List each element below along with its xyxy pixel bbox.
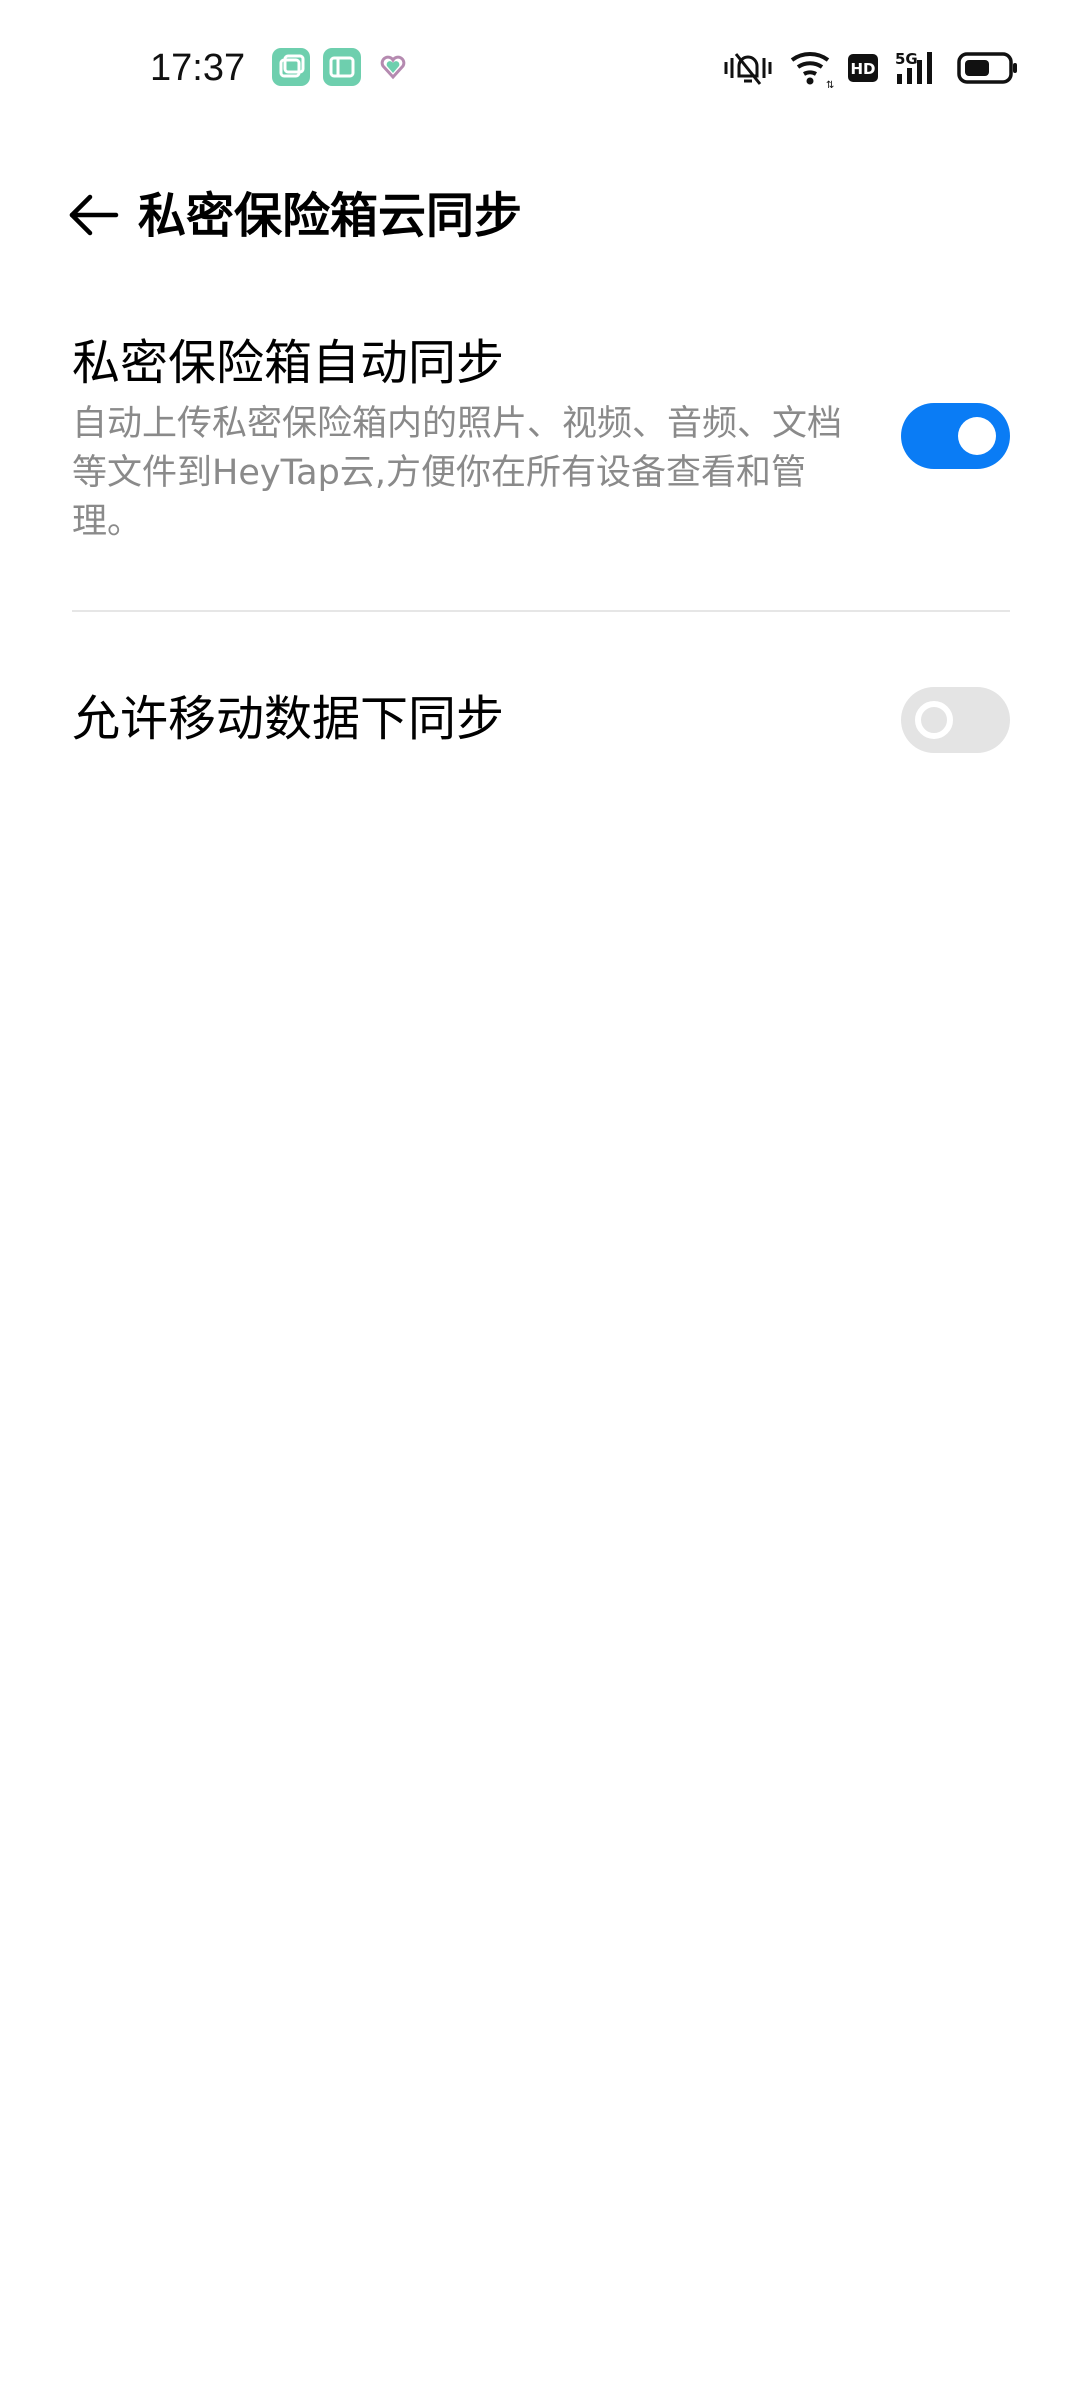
- hd-icon: HD: [846, 46, 880, 90]
- svg-text:⇅: ⇅: [826, 80, 834, 90]
- heart-app-icon: [378, 52, 408, 82]
- toggle-knob: [915, 701, 953, 739]
- wifi-icon: ⇅: [788, 46, 836, 91]
- status-bar: 17:37 ⇅ HD 5G: [0, 0, 1080, 130]
- hd-label: HD: [850, 60, 875, 78]
- mobile-data-sync-toggle[interactable]: [901, 687, 1010, 753]
- divider: [72, 610, 1010, 612]
- multitask-app-icon: [272, 48, 310, 86]
- mobile-data-sync-row[interactable]: 允许移动数据下同步: [0, 660, 1080, 780]
- network-label: 5G: [895, 50, 918, 68]
- vibrate-mute-icon: [722, 46, 774, 90]
- status-time: 17:37: [150, 47, 246, 89]
- mobile-data-sync-title: 允许移动数据下同步: [72, 691, 505, 747]
- auto-sync-row[interactable]: 私密保险箱自动同步 自动上传私密保险箱内的照片、视频、音频、文档等文件到HeyT…: [0, 320, 1080, 590]
- page-title: 私密保险箱云同步: [138, 188, 523, 244]
- app-header: 私密保险箱云同步: [0, 170, 1080, 260]
- auto-sync-description: 自动上传私密保险箱内的照片、视频、音频、文档等文件到HeyTap云,方便你在所有…: [72, 404, 843, 542]
- toggle-knob: [958, 417, 996, 455]
- window-app-icon: [323, 48, 361, 86]
- battery-icon: [957, 46, 1019, 90]
- back-button[interactable]: [66, 188, 120, 242]
- back-arrow-icon: [69, 194, 119, 236]
- auto-sync-toggle[interactable]: [901, 403, 1010, 469]
- 5g-signal-icon: 5G: [893, 46, 945, 90]
- auto-sync-title: 私密保险箱自动同步: [72, 335, 505, 391]
